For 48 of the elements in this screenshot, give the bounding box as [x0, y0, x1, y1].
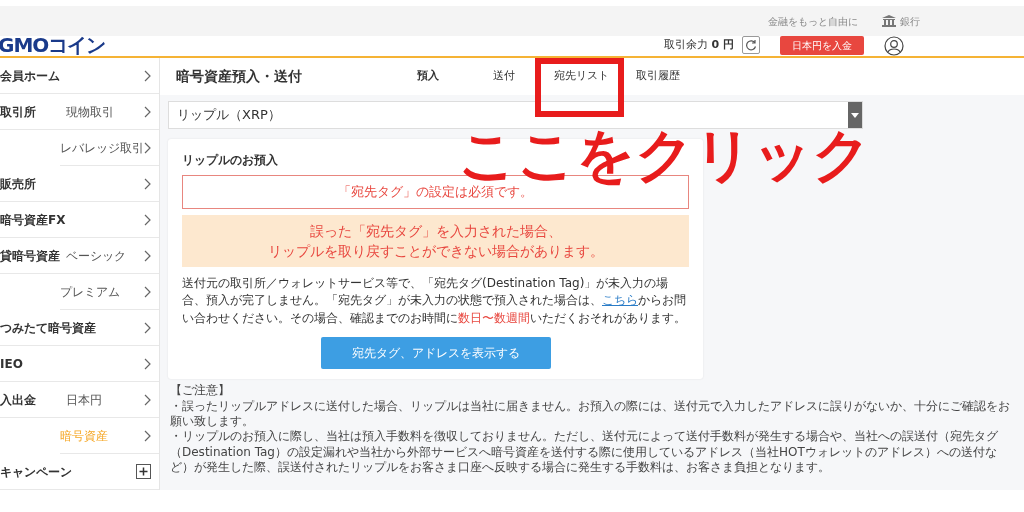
tab[interactable]: 送付 [493, 68, 515, 85]
balance-label: 取引余力 [663, 36, 708, 53]
chevron-right-icon [144, 429, 151, 442]
user-icon[interactable] [884, 35, 904, 56]
chevron-right-icon [144, 213, 151, 226]
refresh-icon [745, 39, 757, 51]
chevron-right-icon [144, 357, 151, 370]
sidebar-item[interactable]: 取引所 [0, 102, 66, 121]
note-text: ・誤ったリップルアドレスに送付した場合、リップルは当社に届きません。お預入の際には、送付元で入力したアドレスに誤りがないか、十分にご確認をお願い致します。 [170, 398, 1011, 430]
tagline-text: 金融をもっと自由に [768, 14, 858, 29]
contact-link[interactable]: こちら [602, 293, 638, 308]
sidebar-item[interactable]: つみたて暗号資産 [0, 318, 96, 337]
sidebar-item[interactable]: 会員ホーム [0, 66, 60, 85]
sidebar-item[interactable]: 貸暗号資産 [0, 246, 66, 265]
chevron-right-icon [144, 105, 151, 118]
caret-icon [851, 112, 859, 118]
chevron-right-icon [144, 249, 151, 262]
sidebar-item[interactable]: 暗号資産FX [0, 210, 66, 229]
page-title: 暗号資産預入・送付 [176, 67, 303, 86]
sidebar-item[interactable]: 入出金 [0, 390, 66, 409]
currency-select[interactable]: リップル（XRP） [168, 101, 863, 129]
sidebar-item[interactable]: IEO [0, 354, 23, 373]
sidebar-item[interactable]: キャンペーン [0, 462, 72, 481]
tab[interactable]: 預入 [417, 68, 439, 85]
plus-icon[interactable] [136, 464, 151, 479]
tab[interactable]: 取引履歴 [636, 68, 680, 85]
bank-icon [882, 15, 896, 27]
sidebar-item[interactable]: 販売所 [0, 174, 36, 193]
sidebar-subitem[interactable]: 日本円 [66, 390, 102, 409]
warning-text: リップルを取り戻すことができない場合があります。 [266, 241, 605, 261]
chevron-right-icon [144, 393, 151, 406]
balance-value: 0 円 [711, 36, 734, 53]
chevron-right-icon [144, 321, 151, 334]
sidebar-subitem[interactable]: レバレッジ取引 [60, 138, 144, 157]
refresh-button[interactable] [742, 36, 760, 54]
sidebar-subitem[interactable]: プレミアム [60, 282, 120, 301]
notes-heading: 【ご注意】 [170, 383, 231, 399]
chevron-right-icon [144, 69, 151, 82]
chevron-right-icon [144, 141, 151, 154]
sidebar-subitem[interactable]: ベーシック [66, 246, 126, 265]
chevron-right-icon [144, 177, 151, 190]
sidebar-subitem[interactable]: 現物取引 [66, 102, 114, 121]
body-paragraph: 送付元の取引所／ウォレットサービス等で、「宛先タグ(Destination Tag)」が未入力の場合、預入が完了しません。「宛先タグ」が未入力の状態で預入された場合は、こちらからお問い合わせください。その場合、確認までのお時間に数日〜数週間いただくおそれがあります。 [182, 275, 687, 327]
note-text: ・リップルのお預入に際し、当社は預入手数料を徴収しておりません。ただし、送付元によって送付手数料が発生する場合や、当社への誤送付（宛先タグ（Destination Tag）の設定漏れや当社から外部サービスへ暗号資産を送付する際に使用しているアドレス（当社HOTウォレットのアドレス）への送付など）が発生した際、誤送付されたリップルをお客さま口座へ反映する場合に発生する手数料は、お客さま負担となります。 [170, 429, 999, 476]
warning-text: 誤った「宛先タグ」を入力された場合、 [308, 221, 563, 241]
card-title: リップルのお預入 [182, 152, 279, 169]
chevron-right-icon [144, 285, 151, 298]
tab[interactable]: 宛先リスト [554, 68, 609, 85]
